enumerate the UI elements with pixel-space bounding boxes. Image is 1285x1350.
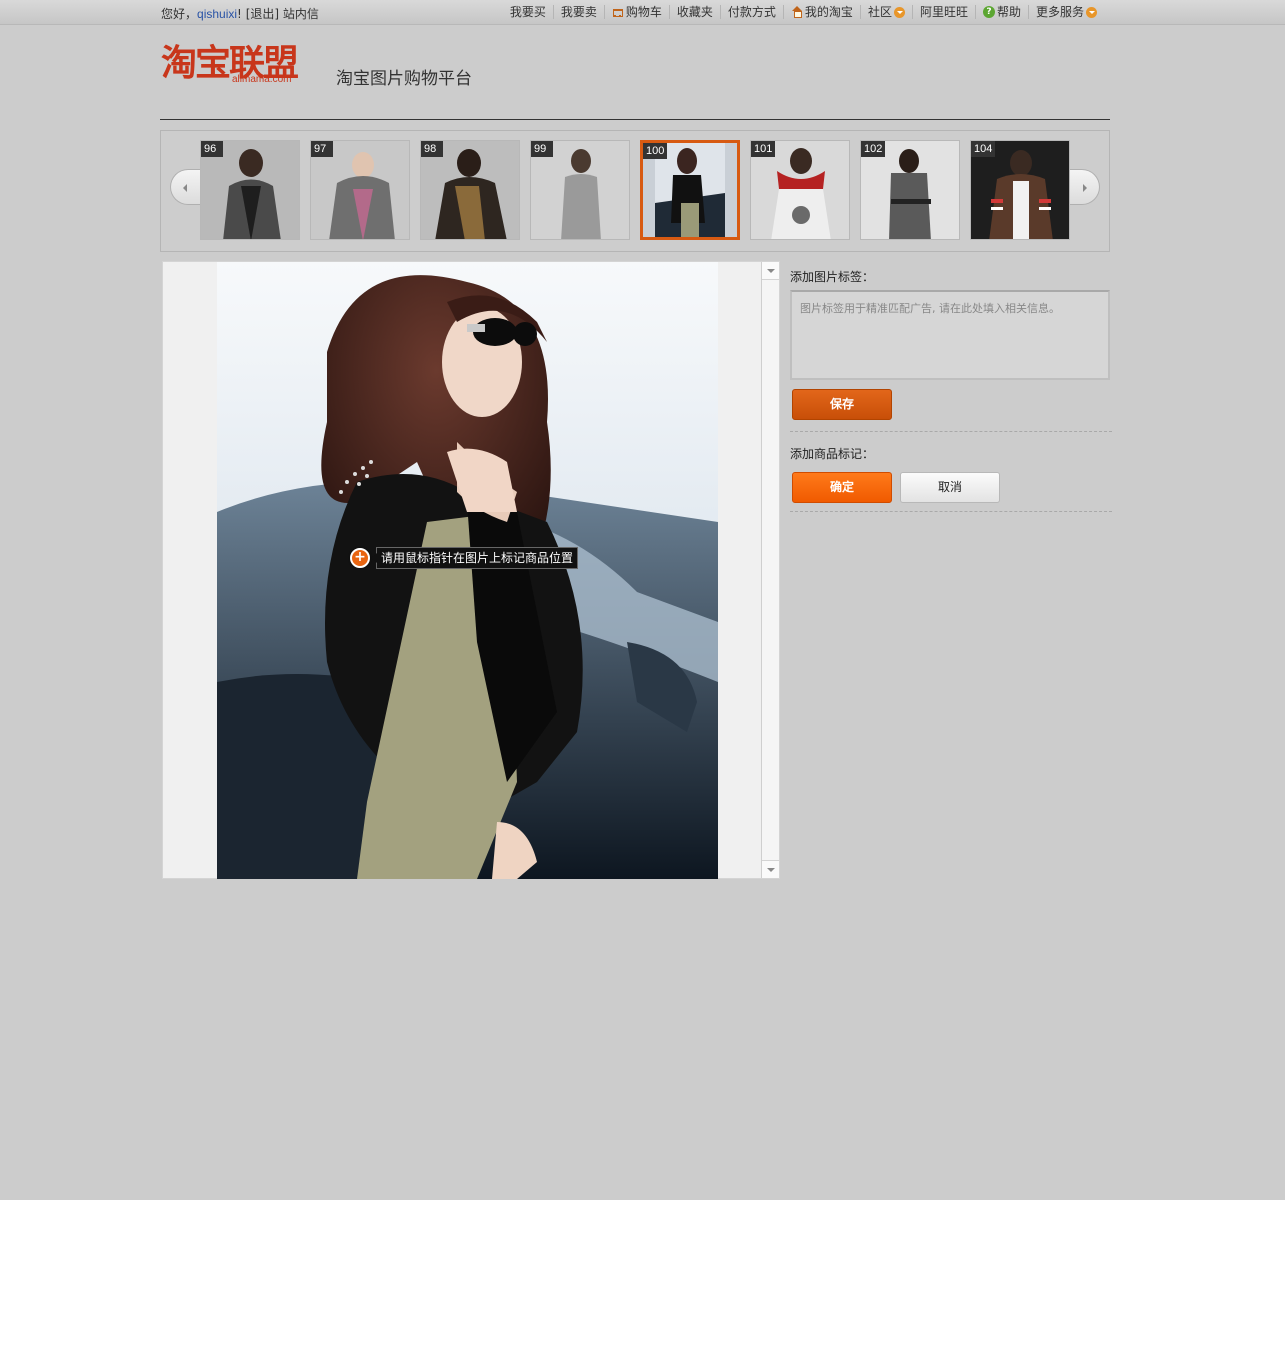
nav-sell-label: 我要卖 — [560, 5, 597, 19]
nav-buy-label: 我要买 — [509, 5, 546, 19]
confirm-button[interactable]: 确定 — [792, 472, 892, 503]
marker-tooltip: 请用鼠标指针在图片上标记商品位置 — [370, 547, 579, 569]
image-tag-input[interactable] — [790, 290, 1110, 380]
nav-favorites-label: 收藏夹 — [676, 5, 713, 19]
thumbnail-number: 99 — [531, 141, 553, 157]
logout-link[interactable]: [退出] — [246, 7, 279, 21]
thumbnail-100[interactable]: 100 — [640, 140, 740, 240]
mark-actions: 确定 取消 — [792, 472, 1112, 503]
nav-my-taobao[interactable]: 我的淘宝 — [782, 5, 860, 19]
user-mark: ! — [237, 7, 242, 21]
thumbnail-102[interactable]: 102 — [860, 140, 960, 240]
image-carousel: 96 97 98 99 100 101 102 104 — [160, 130, 1110, 252]
cart-icon — [612, 6, 624, 18]
alimama-logo[interactable]: 淘宝联盟 alimama.com — [161, 44, 321, 90]
chevron-left-icon — [183, 184, 187, 192]
main-product-photo[interactable] — [217, 262, 718, 879]
thumbnail-number: 102 — [861, 141, 886, 157]
scroll-down-button[interactable] — [762, 860, 779, 878]
nav-cart-label: 购物车 — [625, 5, 662, 19]
nav-cart[interactable]: 购物车 — [603, 5, 669, 19]
nav-my-taobao-label: 我的淘宝 — [804, 5, 853, 19]
section-divider — [790, 431, 1112, 432]
thumbnail-101[interactable]: 101 — [750, 140, 850, 240]
username-link[interactable]: qishuixi — [197, 7, 237, 21]
header-divider — [160, 119, 1110, 120]
marker-hint: + 请用鼠标指针在图片上标记商品位置 — [350, 547, 579, 569]
thumbnail-99[interactable]: 99 — [530, 140, 630, 240]
thumbnail-97[interactable]: 97 — [310, 140, 410, 240]
thumbnail-number: 98 — [421, 141, 443, 157]
thumbnail-number: 97 — [311, 141, 333, 157]
nav-help[interactable]: ? 帮助 — [974, 5, 1028, 19]
nav-wangwang-label: 阿里旺旺 — [919, 5, 968, 19]
tag-panel: 添加图片标签： 保存 添加商品标记： 确定 取消 — [790, 268, 1112, 512]
save-button[interactable]: 保存 — [792, 389, 892, 420]
thumbnail-104[interactable]: 104 — [970, 140, 1070, 240]
site-nav: 我要买 我要卖 购物车 收藏夹 付款方式 我的淘宝 社区 阿里旺旺 ? 帮助 更多… — [503, 5, 1104, 19]
nav-buy[interactable]: 我要买 — [503, 5, 553, 19]
plus-icon[interactable]: + — [350, 548, 370, 568]
cancel-button[interactable]: 取消 — [900, 472, 1000, 503]
page-title: 淘宝图片购物平台 — [336, 69, 472, 89]
home-icon — [791, 6, 803, 18]
logo-subtext: alimama.com — [232, 74, 292, 85]
nav-wangwang[interactable]: 阿里旺旺 — [911, 5, 975, 19]
image-scrollbar[interactable] — [761, 262, 779, 878]
image-tag-label: 添加图片标签： — [790, 270, 875, 284]
nav-help-label: 帮助 — [996, 5, 1021, 19]
chevron-right-icon — [1083, 184, 1087, 192]
greeting-text: 您好， — [161, 7, 198, 21]
thumbnail-number: 101 — [751, 141, 776, 157]
top-nav-bar: 您好，qishuixi! [退出] 站内信 我要买 我要卖 购物车 收藏夹 付款… — [0, 0, 1285, 25]
chevron-down-icon — [893, 6, 905, 18]
image-viewport[interactable] — [162, 261, 780, 879]
product-mark-label: 添加商品标记： — [790, 447, 875, 461]
thumbnail-number: 104 — [971, 141, 996, 157]
messages-link[interactable]: 站内信 — [283, 7, 319, 21]
thumbnail-number: 96 — [201, 141, 223, 157]
nav-more-services-label: 更多服务 — [1035, 5, 1084, 19]
thumbnail-number: 100 — [643, 143, 668, 159]
nav-community-label: 社区 — [867, 5, 892, 19]
nav-favorites[interactable]: 收藏夹 — [668, 5, 720, 19]
thumbnail-96[interactable]: 96 — [200, 140, 300, 240]
carousel-prev-button[interactable] — [170, 169, 200, 205]
user-greeting: 您好，qishuixi! [退出] 站内信 — [161, 5, 319, 22]
thumbnail-98[interactable]: 98 — [420, 140, 520, 240]
nav-more-services[interactable]: 更多服务 — [1027, 5, 1104, 19]
chevron-down-icon — [1086, 6, 1097, 18]
nav-payment-label: 付款方式 — [727, 5, 776, 19]
product-photo-image — [217, 262, 718, 879]
carousel-next-button[interactable] — [1070, 169, 1100, 205]
nav-community[interactable]: 社区 — [859, 5, 912, 19]
scroll-up-button[interactable] — [762, 262, 779, 280]
nav-sell[interactable]: 我要卖 — [552, 5, 604, 19]
nav-payment[interactable]: 付款方式 — [719, 5, 783, 19]
section-divider — [790, 511, 1112, 512]
help-icon: ? — [982, 6, 995, 18]
